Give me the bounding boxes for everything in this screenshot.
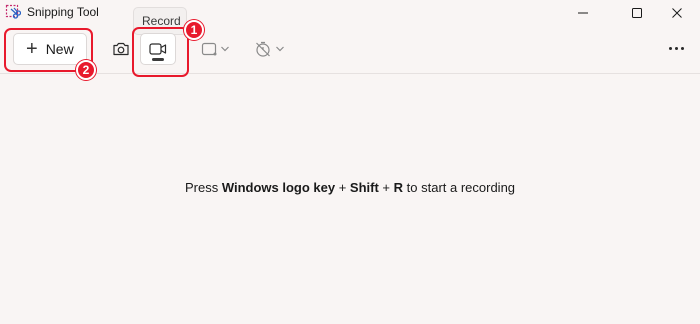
close-button[interactable] — [654, 0, 700, 26]
annotation-badge-1: 1 — [184, 20, 204, 40]
camera-icon — [113, 42, 129, 56]
timer-off-icon — [256, 41, 270, 57]
annotation-highlight-record — [132, 27, 189, 77]
maximize-icon — [632, 8, 642, 18]
snip-shape-dropdown[interactable] — [201, 36, 230, 62]
snipping-tool-app-icon — [5, 4, 22, 20]
minimize-button[interactable] — [560, 0, 606, 26]
minimize-icon — [578, 12, 588, 14]
window-title: Snipping Tool — [27, 5, 99, 19]
more-options-button[interactable] — [664, 38, 688, 58]
rectangle-selection-icon — [201, 42, 217, 56]
chevron-down-icon — [276, 46, 284, 52]
toolbar-divider — [0, 73, 700, 74]
snipping-tool-window: Snipping Tool Record + New Press Windows… — [0, 0, 700, 324]
more-horizontal-icon — [668, 46, 672, 50]
key-r: R — [393, 180, 404, 195]
close-icon — [672, 8, 682, 18]
key-windows-logo: Windows logo key — [221, 180, 336, 195]
delay-dropdown[interactable] — [254, 36, 285, 62]
chevron-down-icon — [221, 46, 229, 52]
annotation-badge-2: 2 — [76, 60, 96, 80]
recording-instructions: Press Windows logo key + Shift + R to st… — [184, 180, 516, 195]
key-shift: Shift — [349, 180, 379, 195]
title-bar: Snipping Tool — [0, 0, 700, 26]
